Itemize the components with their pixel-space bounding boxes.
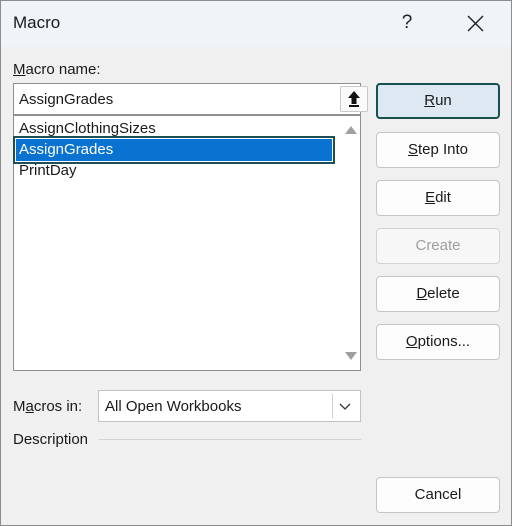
upload-button[interactable] bbox=[340, 86, 368, 112]
list-item[interactable]: PrintDay bbox=[18, 160, 77, 182]
macro-name-label-rest: acro name: bbox=[25, 61, 101, 78]
scroll-down-arrow-icon[interactable] bbox=[345, 352, 357, 360]
step-into-hotkey: S bbox=[407, 141, 418, 158]
macro-name-input[interactable]: AssignGrades bbox=[13, 83, 368, 115]
scroll-up-arrow-icon[interactable] bbox=[345, 126, 357, 134]
delete-button[interactable]: Delete bbox=[376, 276, 500, 312]
cancel-button[interactable]: Cancel bbox=[376, 477, 500, 513]
dropdown-button[interactable] bbox=[332, 394, 356, 418]
create-button[interactable]: Create bbox=[376, 228, 500, 264]
options-button[interactable]: Options... bbox=[376, 324, 500, 360]
edit-label-rest: dit bbox=[435, 189, 451, 206]
macro-dialog: Macro ? Macro name: AssignGrades AssignC… bbox=[0, 0, 512, 526]
macros-in-label-rest: cros in: bbox=[33, 398, 83, 415]
list-item-selected[interactable]: AssignGrades bbox=[13, 136, 335, 164]
dialog-title: Macro bbox=[13, 13, 61, 32]
upload-arrow-icon bbox=[348, 91, 360, 107]
macros-in-label: Macros in: bbox=[13, 398, 82, 415]
list-scrollbar[interactable] bbox=[342, 120, 358, 366]
title-bar: Macro ? bbox=[1, 1, 511, 47]
edit-button[interactable]: Edit bbox=[376, 180, 500, 216]
options-hotkey: O bbox=[405, 333, 418, 350]
macro-list[interactable]: AssignClothingSizes AssignGrades PrintDa… bbox=[13, 115, 361, 371]
macro-name-label: Macro name: bbox=[13, 61, 101, 78]
options-label-rest: ptions... bbox=[417, 333, 471, 350]
macros-in-label-pre: M bbox=[13, 398, 26, 415]
list-item[interactable]: AssignClothingSizes bbox=[18, 118, 156, 140]
edit-hotkey: E bbox=[425, 189, 436, 206]
delete-label-rest: elete bbox=[427, 285, 460, 302]
step-into-label-rest: tep Into bbox=[417, 141, 469, 158]
run-label-rest: un bbox=[435, 92, 452, 109]
macros-in-value: All Open Workbooks bbox=[105, 398, 242, 415]
macro-name-label-hotkey: M bbox=[13, 61, 26, 78]
close-button[interactable] bbox=[459, 9, 491, 39]
macros-in-select[interactable]: All Open Workbooks bbox=[98, 390, 361, 422]
macros-in-hotkey: a bbox=[25, 398, 34, 415]
description-label: Description bbox=[13, 431, 89, 448]
chevron-down-icon bbox=[339, 403, 351, 410]
run-button[interactable]: Run bbox=[376, 83, 500, 119]
close-icon bbox=[467, 15, 484, 32]
delete-hotkey: D bbox=[416, 285, 428, 302]
macro-name-value[interactable]: AssignGrades bbox=[19, 91, 113, 108]
run-hotkey: R bbox=[424, 92, 436, 109]
help-button[interactable]: ? bbox=[393, 7, 421, 39]
step-into-button[interactable]: Step Into bbox=[376, 132, 500, 168]
description-divider bbox=[99, 439, 361, 440]
